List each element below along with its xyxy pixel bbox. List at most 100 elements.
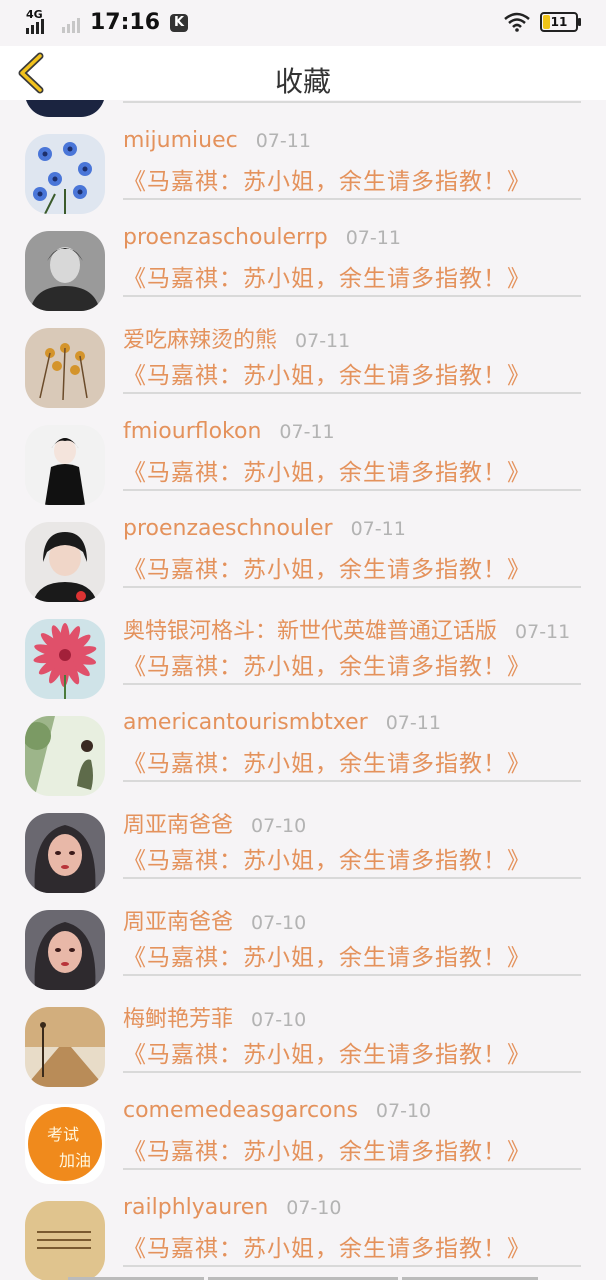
story-title[interactable]: 《马嘉祺：苏小姐，余生请多指教！》	[123, 162, 531, 196]
nav-bar: 收藏	[0, 46, 606, 100]
anime-boy-avatar[interactable]	[25, 425, 105, 505]
forest-girl-avatar[interactable]	[25, 716, 105, 796]
divider	[123, 489, 581, 491]
list-item[interactable]: proenzaeschnouler 07-11 《马嘉祺：苏小姐，余生请多指教！》	[0, 506, 606, 603]
post-date: 07-11	[295, 330, 351, 352]
user-name[interactable]: comemedeasgarcons	[123, 1098, 358, 1123]
story-title[interactable]: 《马嘉祺：苏小姐，余生请多指教！》	[123, 841, 531, 875]
clock: 17:16	[90, 10, 161, 35]
divider	[123, 683, 581, 685]
user-name[interactable]: 周亚南爸爸	[123, 807, 233, 839]
wifi-icon	[504, 12, 530, 32]
user-name[interactable]: railphlyauren	[123, 1195, 268, 1220]
user-name[interactable]: proenzaeschnouler	[123, 516, 333, 541]
divider	[123, 877, 581, 879]
divider	[123, 586, 581, 588]
post-date: 07-11	[279, 421, 335, 443]
autumn-path-avatar[interactable]	[25, 1007, 105, 1087]
list-item[interactable]: proenzaschoulerrp 07-11 《马嘉祺：苏小姐，余生请多指教！》	[0, 215, 606, 312]
divider	[123, 780, 581, 782]
list-item[interactable]: 奥特银河格斗：新世代英雄普通辽话版 07-11 《马嘉祺：苏小姐，余生请多指教！》	[0, 603, 606, 700]
girl-portrait-avatar[interactable]	[25, 522, 105, 602]
post-date: 07-11	[350, 518, 406, 540]
post-date: 07-11	[515, 621, 571, 643]
name-row: railphlyauren 07-10	[123, 1195, 341, 1220]
battery-icon: 11	[540, 12, 581, 32]
user-name[interactable]: 爱吃麻辣烫的熊	[123, 322, 277, 354]
bw-portrait-avatar[interactable]	[25, 231, 105, 311]
story-title[interactable]: 《马嘉祺：苏小姐，余生请多指教！》	[123, 453, 531, 487]
divider	[123, 198, 581, 200]
status-bar: 4G 17:16 K 11	[0, 0, 606, 46]
name-row: proenzaeschnouler 07-11	[123, 516, 406, 541]
divider	[123, 1168, 581, 1170]
divider	[123, 295, 581, 297]
name-row: 周亚南爸爸 07-10	[123, 904, 306, 936]
cellular-signal-2-icon	[62, 13, 80, 33]
cellular-signal-icon: 4G	[26, 8, 52, 34]
user-name[interactable]: 梅鲥艳芳菲	[123, 1001, 233, 1033]
user-name[interactable]: mijumiuec	[123, 128, 238, 153]
name-row: 梅鲥艳芳菲 07-10	[123, 1001, 306, 1033]
story-title[interactable]: 《马嘉祺：苏小姐，余生请多指教！》	[123, 259, 531, 293]
name-row: 周亚南爸爸 07-10	[123, 807, 306, 839]
story-title[interactable]: 《马嘉祺：苏小姐，余生请多指教！》	[123, 1132, 531, 1166]
post-date: 07-10	[251, 912, 307, 934]
list-item[interactable]: mijumiuec 07-11 《马嘉祺：苏小姐，余生请多指教！》	[0, 118, 606, 215]
favorites-list: 《马嘉祺：苏小姐，余生请多指教！》 mijumiuec 07-11 《马嘉祺：苏小姐…	[0, 100, 606, 1280]
divider	[123, 1265, 581, 1267]
story-title[interactable]: 《马嘉祺：苏小姐，余生请多指教！》	[123, 356, 531, 390]
name-row: 奥特银河格斗：新世代英雄普通辽话版 07-11	[123, 613, 570, 645]
user-name[interactable]: 周亚南爸爸	[123, 904, 233, 936]
list-item[interactable]: americantourismbtxer 07-11 《马嘉祺：苏小姐，余生请多指教…	[0, 700, 606, 797]
story-title[interactable]: 《马嘉祺：苏小姐，余生请多指教！》	[123, 938, 531, 972]
svg-text:加油: 加油	[59, 1151, 91, 1170]
list-item[interactable]: fmiourflokon 07-11 《马嘉祺：苏小姐，余生请多指教！》	[0, 409, 606, 506]
divider	[123, 392, 581, 394]
post-date: 07-11	[255, 130, 311, 152]
post-date: 07-10	[375, 1100, 432, 1122]
name-row: 爱吃麻辣烫的熊 07-11	[123, 322, 350, 354]
post-date: 07-10	[251, 1009, 307, 1031]
list-item[interactable]: 《马嘉祺：苏小姐，余生请多指教！》	[0, 100, 606, 118]
divider	[123, 974, 581, 976]
user-name[interactable]: proenzaschoulerrp	[123, 225, 328, 250]
dried-flowers-avatar[interactable]	[25, 328, 105, 408]
post-date: 07-11	[345, 227, 401, 249]
post-date: 07-10	[286, 1197, 342, 1219]
name-row: americantourismbtxer 07-11	[123, 710, 441, 735]
drawn-girl-avatar[interactable]	[25, 813, 105, 893]
post-date: 07-11	[385, 712, 441, 734]
story-title[interactable]: 《马嘉祺：苏小姐，余生请多指教！》	[123, 550, 531, 584]
k-app-icon: K	[170, 13, 189, 32]
user-name[interactable]: americantourismbtxer	[123, 710, 368, 735]
list-item[interactable]: 梅鲥艳芳菲 07-10 《马嘉祺：苏小姐，余生请多指教！》	[0, 991, 606, 1088]
divider	[123, 1071, 581, 1073]
list-item[interactable]: 周亚南爸爸 07-10 《马嘉祺：苏小姐，余生请多指教！》	[0, 894, 606, 991]
night-figure-avatar[interactable]	[25, 100, 105, 117]
divider	[123, 101, 581, 103]
page-title: 收藏	[274, 65, 331, 98]
story-title[interactable]: 《马嘉祺：苏小姐，余生请多指教！》	[123, 1035, 531, 1069]
post-date: 07-10	[251, 815, 307, 837]
battery-level: 11	[550, 15, 568, 29]
list-item[interactable]: 考试 加油 comemedeasgarcons 07-10 《马嘉祺：苏小姐，余生请多…	[0, 1088, 606, 1185]
blue-flowers-avatar[interactable]	[25, 134, 105, 214]
name-row: comemedeasgarcons 07-10	[123, 1098, 431, 1123]
user-name[interactable]: 奥特银河格斗：新世代英雄普通辽话版	[123, 613, 497, 645]
name-row: fmiourflokon 07-11	[123, 419, 335, 444]
name-row: mijumiuec 07-11	[123, 128, 311, 153]
pink-flower-avatar[interactable]	[25, 619, 105, 699]
list-item[interactable]: railphlyauren 07-10 《马嘉祺：苏小姐，余生请多指教！》	[0, 1185, 606, 1280]
drawn-girl-avatar[interactable]	[25, 910, 105, 990]
orange-calligraphy-avatar[interactable]: 考试 加油	[25, 1104, 105, 1184]
list-item[interactable]: 周亚南爸爸 07-10 《马嘉祺：苏小姐，余生请多指教！》	[0, 797, 606, 894]
user-name[interactable]: fmiourflokon	[123, 419, 261, 444]
story-title[interactable]: 《马嘉祺：苏小姐，余生请多指教！》	[123, 1229, 531, 1263]
name-row: proenzaschoulerrp 07-11	[123, 225, 401, 250]
story-title[interactable]: 《马嘉祺：苏小姐，余生请多指教！》	[123, 647, 531, 681]
svg-text:考试: 考试	[47, 1125, 79, 1144]
story-title[interactable]: 《马嘉祺：苏小姐，余生请多指教！》	[123, 744, 531, 778]
list-item[interactable]: 爱吃麻辣烫的熊 07-11 《马嘉祺：苏小姐，余生请多指教！》	[0, 312, 606, 409]
text-card-avatar[interactable]	[25, 1201, 105, 1280]
